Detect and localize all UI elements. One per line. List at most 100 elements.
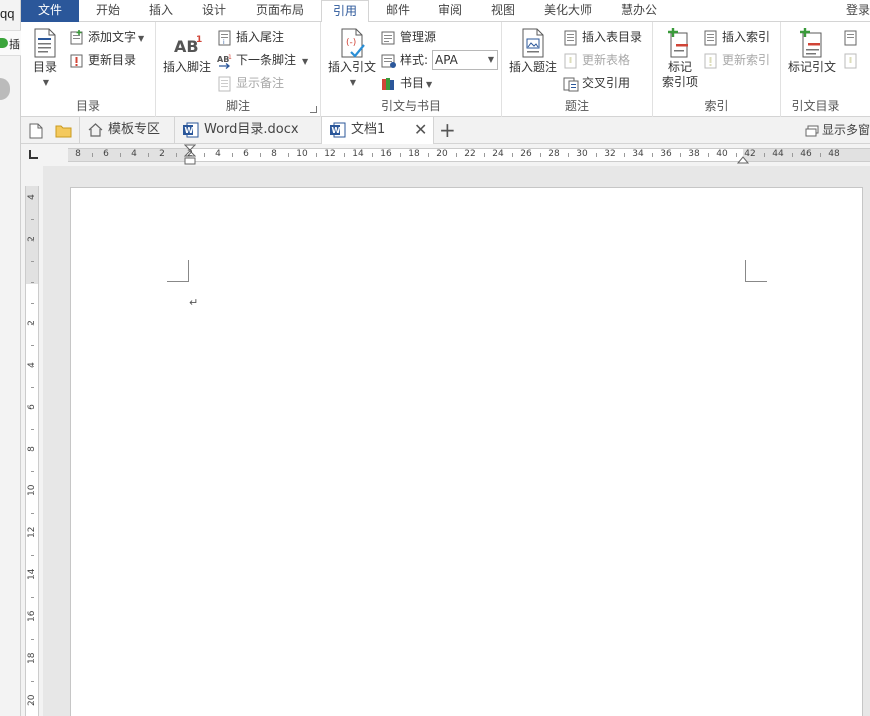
ruler-tick [820, 153, 821, 157]
update-authorities-button[interactable] [843, 51, 862, 71]
tab-huibangong[interactable]: 慧办公 [609, 0, 669, 22]
bibliography-button[interactable]: 书目 ▼ [381, 74, 432, 94]
mark-entry-button[interactable]: 标记 索引项 [658, 28, 702, 90]
manage-sources-label: 管理源 [400, 30, 437, 44]
cross-reference-button[interactable]: 交叉引用 [563, 74, 630, 94]
show-notes-icon [218, 76, 231, 91]
cross-reference-icon [563, 77, 579, 91]
svg-text:W: W [185, 126, 194, 135]
update-toc-icon [70, 54, 83, 67]
ruler-tick [31, 660, 34, 661]
tab-doc-1[interactable]: W 文档1 ✕ [322, 117, 434, 145]
ruler-number: 38 [688, 149, 700, 159]
ruler-left-margin [68, 149, 190, 161]
horizontal-ruler[interactable]: 8 6 4 2 2 4 6 8 10 12 14 16 18 20 22 24 26 28 30 32 34 36 38 40… [68, 144, 870, 165]
ruler-tick [31, 282, 34, 283]
insert-caption-button[interactable]: 插入题注 [507, 28, 559, 75]
update-index-button[interactable]: 更新索引 [703, 51, 770, 71]
tab-references[interactable]: 引用 [321, 0, 369, 23]
ruler-tick [31, 240, 34, 241]
mark-citation-button[interactable]: 标记引文 [783, 28, 841, 75]
ruler-number: 2 [27, 236, 37, 242]
show-notes-button[interactable]: 显示备注 [217, 74, 284, 94]
ruler-tick [148, 153, 149, 157]
insert-table-of-figures-button[interactable]: 插入表目录 [563, 28, 642, 48]
update-table-button[interactable]: 更新表格 [563, 51, 630, 71]
tab-beautify-master[interactable]: 美化大师 [533, 0, 603, 22]
vertical-ruler[interactable]: 4 2 2 4 6 8 10 12 14 16 18 20 [25, 186, 39, 716]
ruler-number: 36 [660, 149, 672, 159]
add-tab-icon[interactable]: + [439, 120, 456, 140]
tab-mailings[interactable]: 邮件 [373, 0, 423, 22]
tab-view[interactable]: 视图 [478, 0, 528, 22]
tab-home[interactable]: 开始 [83, 0, 133, 22]
tab-insert[interactable]: 插入 [136, 0, 186, 22]
insert-authorities-button[interactable] [843, 28, 862, 48]
manage-sources-icon [381, 31, 395, 44]
update-index-label: 更新索引 [722, 53, 771, 67]
update-toc-button[interactable]: 更新目录 [69, 51, 136, 71]
toc-button[interactable]: 目录 ▼ [27, 28, 63, 90]
insert-citation-button[interactable]: (-) 插入引文 ▼ [324, 28, 380, 90]
ruler-tick [484, 153, 485, 157]
tab-doc-word-toc[interactable]: W Word目录.docx [175, 117, 322, 144]
ruler-number: 12 [27, 526, 37, 538]
tab-design[interactable]: 设计 [189, 0, 239, 22]
ruler-tick [792, 153, 793, 157]
update-authorities-icon [844, 53, 857, 68]
ruler-number: 4 [131, 149, 137, 159]
ruler-tick [31, 387, 34, 388]
insert-authorities-icon [844, 30, 857, 45]
tab-doc-1-label: 文档1 [351, 122, 386, 137]
open-folder-icon[interactable] [55, 124, 72, 141]
background-window-label: 插 [9, 38, 20, 51]
ruler-number: 16 [27, 610, 37, 622]
update-table-icon [564, 53, 577, 68]
home-icon [88, 122, 103, 137]
ruler-tick [31, 492, 34, 493]
ruler-tick [540, 153, 541, 157]
mark-entry-label-line1: 标记 [667, 60, 692, 74]
add-text-button[interactable]: 添加文字 ▼ [69, 28, 144, 48]
tab-layout[interactable]: 页面布局 [243, 0, 317, 22]
update-index-icon [704, 53, 717, 68]
add-text-icon [70, 29, 83, 44]
ruler-tick [428, 153, 429, 157]
ruler-tick [31, 534, 34, 535]
document-page[interactable]: ↵ [70, 187, 863, 716]
gray-circle-icon [0, 78, 10, 100]
show-multi-window-button[interactable]: 显示多窗 [805, 117, 870, 144]
new-document-icon[interactable] [29, 123, 43, 142]
group-toc: 目录 ▼ 添加文字 ▼ 更新目录 目录 [21, 22, 156, 117]
insert-caption-label: 插入题注 [508, 60, 557, 74]
login-link[interactable]: 登录 [846, 0, 870, 22]
ribbon-tab-bar: 文件 开始 插入 设计 页面布局 引用 邮件 审阅 视图 美化大师 慧办公 登录 [21, 0, 870, 23]
citation-style-select[interactable]: APA ▼ [432, 50, 498, 70]
ruler-tick [31, 450, 34, 451]
manage-sources-button[interactable]: 管理源 [381, 28, 436, 48]
insert-endnote-button[interactable]: i 插入尾注 [217, 28, 284, 48]
group-index-label: 索引 [704, 99, 729, 113]
insert-footnote-button[interactable]: AB 1 插入脚注 [161, 32, 213, 75]
ruler-tick [31, 324, 34, 325]
document-canvas: ↵ [43, 166, 870, 716]
ruler-number: 16 [380, 149, 392, 159]
chevron-down-icon: ▼ [42, 78, 50, 87]
ruler-number: 4 [27, 194, 37, 200]
group-captions-label: 题注 [564, 99, 589, 113]
insert-index-button[interactable]: 插入索引 [703, 28, 770, 48]
ruler-tick [31, 555, 34, 556]
ruler-number: 18 [408, 149, 420, 159]
ruler-number: 2 [187, 149, 193, 159]
ruler-tick [31, 597, 34, 598]
tab-file[interactable]: 文件 [21, 0, 79, 22]
vertical-ruler-area: 4 2 2 4 6 8 10 12 14 16 18 20 [21, 166, 43, 716]
tab-template-zone[interactable]: 模板专区 [79, 117, 175, 144]
group-footnotes-label: 脚注 [225, 99, 250, 113]
group-toc-label: 目录 [75, 99, 100, 113]
close-icon[interactable]: ✕ [414, 117, 427, 143]
footnotes-dialog-launcher-icon[interactable] [310, 106, 317, 113]
tab-stop-selector-icon[interactable] [29, 150, 38, 159]
tab-review[interactable]: 审阅 [425, 0, 475, 22]
next-footnote-button[interactable]: AB 1 下一条脚注 ▼ [217, 51, 308, 71]
